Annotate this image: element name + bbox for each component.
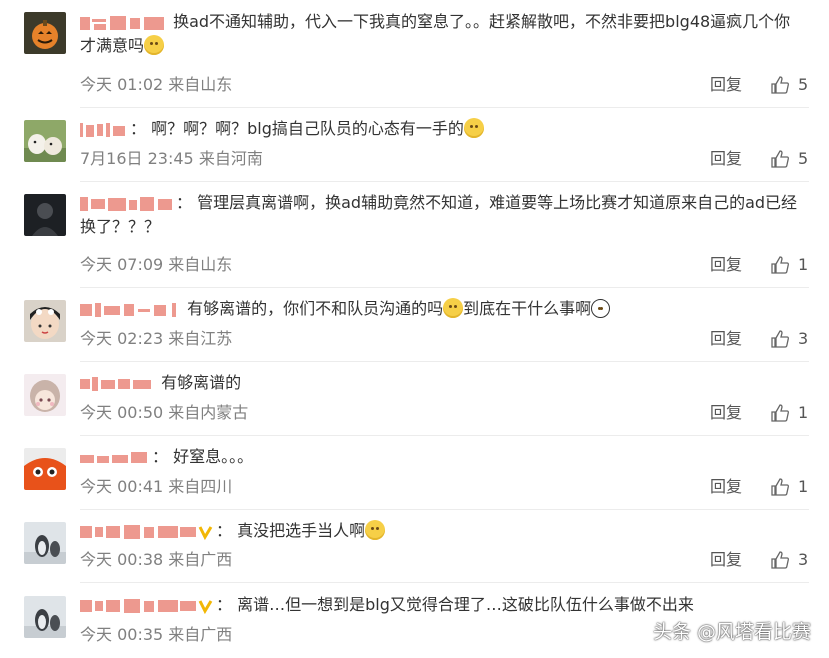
comment-content: 啊？啊？啊？blg搞自己队员的心态有一手的 [151,118,484,138]
like-count: 3 [798,550,809,569]
username-blurred[interactable] [80,597,214,615]
comment-text: ： 真没把选手当人啊 [80,519,803,543]
comment-meta: 今天 00:41 来自四川 [80,477,233,496]
username-blurred[interactable] [80,523,214,541]
comment-content: 好窒息。。。 [173,447,254,466]
comment-meta: 今天 01:02 来自山东 [80,75,233,94]
smile-emoji-icon [365,520,386,540]
comment-content: 有够离谱的，你们不和队员沟通的吗 到底在干什么事啊 [187,298,611,318]
comment-text: 有够离谱的 [80,371,803,395]
watermark: 头条 @风塔看比赛 [652,621,811,643]
username-blurred[interactable] [80,14,166,32]
like-count: 1 [798,403,809,422]
thumbs-up-icon [771,76,789,94]
comment-text: ： 离谱…但一想到是blg又觉得合理了…这破比队伍什么事做不出来 [80,593,803,617]
reply-button[interactable]: 回复 [710,255,742,275]
username-blurred[interactable] [80,195,174,213]
like-button[interactable]: 5 [770,149,808,169]
comment-text: ： 管理层真离谱啊，换ad辅助竟然不知道，难道要等上场比赛才知道原来自己的ad已… [80,193,798,236]
thumbs-up-icon [771,330,789,348]
comment-meta: 7月16日 23:45 来自河南 [80,149,263,168]
reply-button[interactable]: 回复 [710,403,742,423]
comment-content: 换ad不通知辅助，代入一下我真的窒息了。。赶紧解散吧，不然非要把blg48逼疯几… [80,12,791,55]
username-blurred[interactable] [80,375,154,393]
thumbs-up-icon [771,256,789,274]
username-blurred[interactable] [80,301,180,319]
dogs-avatar-icon[interactable] [24,120,66,162]
divider [80,509,809,510]
like-button[interactable]: 3 [770,550,808,570]
like-button[interactable]: 3 [770,329,808,349]
reply-button[interactable]: 回复 [710,550,742,570]
like-count: 1 [798,255,809,274]
reply-button[interactable]: 回复 [710,329,742,349]
divider [80,181,809,182]
smile-emoji-icon [144,35,165,55]
comment-content: 真没把选手当人啊 [237,520,386,540]
divider [80,287,809,288]
like-count: 3 [798,329,809,348]
penguin-avatar-icon[interactable] [24,522,66,564]
thumbs-up-icon [771,150,789,168]
divider [80,361,809,362]
comment-text: ： 好窒息。。。 [80,445,803,469]
username-blurred[interactable] [80,121,128,139]
reply-button[interactable]: 回复 [710,149,742,169]
comment-content: 有够离谱的 [161,373,242,392]
like-count: 1 [798,477,809,496]
comment-content: 离谱…但一想到是blg又觉得合理了…这破比队伍什么事做不出来 [237,595,694,614]
reply-button[interactable]: 回复 [710,75,742,95]
comment-text: 有够离谱的，你们不和队员沟通的吗 到底在干什么事啊 [80,297,803,321]
like-button[interactable]: 5 [770,75,808,95]
like-count: 5 [798,149,809,168]
divider [80,435,809,436]
thumbs-up-icon [771,551,789,569]
divider [80,107,809,108]
reply-button[interactable]: 回复 [710,477,742,497]
anime-girl-avatar-icon[interactable] [24,374,66,416]
comment-text: ： 啊？啊？啊？blg搞自己队员的心态有一手的 [80,117,803,141]
penguin-avatar-icon[interactable] [24,596,66,638]
orange-creature-avatar-icon[interactable] [24,448,66,490]
penguin-hat-avatar-icon[interactable] [24,300,66,342]
like-count: 5 [798,75,809,94]
dark-portrait-avatar-icon[interactable] [24,194,66,236]
comment-meta: 今天 00:35 来自广西 [80,625,233,644]
like-button[interactable]: 1 [770,255,808,275]
pumpkin-avatar-icon[interactable] [24,12,66,54]
comment-meta: 今天 02:23 来自江苏 [80,329,233,348]
sweat-emoji-icon [463,118,484,138]
comment-meta: 今天 00:38 来自广西 [80,550,233,569]
like-button[interactable]: 1 [770,477,808,497]
like-button[interactable]: 1 [770,403,808,423]
username-blurred[interactable] [80,449,150,467]
comment-meta: 今天 00:50 来自内蒙古 [80,403,249,422]
divider [80,582,809,583]
thumbs-up-icon [771,404,789,422]
thumbs-up-icon [771,478,789,496]
dizzy-emoji-icon [443,298,464,318]
comment-meta: 今天 07:09 来自山东 [80,255,233,274]
upside-down-smile-icon [591,299,611,318]
comment-text: 换ad不通知辅助，代入一下我真的窒息了。。赶紧解散吧，不然非要把blg48逼疯几… [80,10,803,58]
